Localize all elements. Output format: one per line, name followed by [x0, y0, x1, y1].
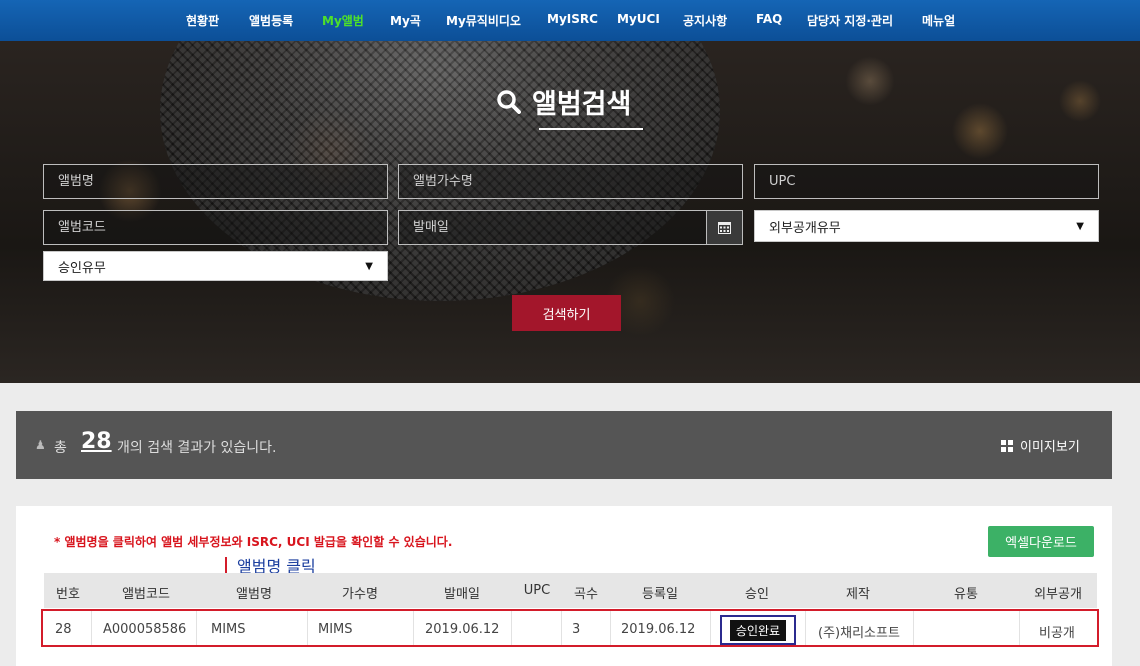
image-view-label: 이미지보기 [1020, 440, 1080, 455]
cell-release-date: 2019.06.12 [425, 622, 500, 637]
public-status-value: 외부공개유무 [769, 220, 841, 236]
nav-item-my-isrc[interactable]: MyISRC [547, 12, 598, 26]
col-header-public: 외부공개 [1034, 587, 1082, 602]
nav-item-dashboard[interactable]: 현황판 [186, 12, 219, 29]
cell-producer: (주)채리소프트 [818, 626, 900, 641]
nav-item-faq[interactable]: FAQ [756, 12, 782, 26]
grid-icon [1001, 439, 1013, 452]
result-summary-bar: ♟ 총 28 개의 검색 결과가 있습니다. 이미지보기 [16, 411, 1112, 479]
search-icon [497, 89, 521, 114]
col-header-number: 번호 [56, 587, 80, 602]
dropdown-arrow-icon: ▼ [1076, 220, 1084, 232]
cell-artist: MIMS [318, 622, 353, 637]
nav-item-manager[interactable]: 담당자 지정·관리 [807, 12, 893, 29]
upc-field[interactable] [754, 164, 1099, 199]
dropdown-arrow-icon: ▼ [365, 260, 373, 272]
title-underline [539, 128, 643, 130]
row-divider [610, 611, 611, 645]
calendar-icon [718, 222, 731, 234]
top-nav: 현황판 앨범등록 My앨범 My곡 My뮤직비디오 MyISRC MyUCI 공… [0, 0, 1140, 41]
table-row[interactable] [41, 609, 1099, 647]
row-divider [511, 611, 512, 645]
album-name-input[interactable] [58, 174, 373, 189]
row-divider [1019, 611, 1020, 645]
row-divider [307, 611, 308, 645]
album-code-field[interactable] [43, 210, 388, 245]
row-divider [413, 611, 414, 645]
col-header-artist: 가수명 [342, 587, 378, 602]
cell-number: 28 [55, 622, 72, 637]
cell-public: 비공개 [1039, 626, 1075, 641]
row-divider [710, 611, 711, 645]
row-divider [91, 611, 92, 645]
col-header-upc: UPC [523, 583, 551, 598]
notice-text: * 앨범명을 클릭하여 앨범 세부정보와 ISRC, UCI 발급을 확인할 수… [54, 535, 453, 549]
cell-track-count: 3 [572, 622, 581, 637]
artist-name-input[interactable] [413, 174, 728, 189]
col-header-album-name: 앨범명 [236, 587, 272, 602]
search-button[interactable]: 검색하기 [512, 295, 621, 331]
nav-item-notice[interactable]: 공지사항 [683, 12, 727, 29]
cell-registered-date: 2019.06.12 [621, 622, 696, 637]
col-header-distribution: 유통 [954, 587, 978, 602]
approval-highlight-box: 승인완료 [720, 615, 796, 645]
col-header-track-count: 곡수 [574, 587, 598, 602]
album-code-input[interactable] [58, 220, 373, 235]
row-divider [805, 611, 806, 645]
image-view-button[interactable]: 이미지보기 [1001, 436, 1080, 455]
public-status-select[interactable]: 외부공개유무 ▼ [754, 210, 1099, 242]
nav-item-my-uci[interactable]: MyUCI [617, 12, 660, 26]
col-header-registered: 등록일 [642, 587, 678, 602]
col-header-release-date: 발매일 [444, 587, 480, 602]
release-date-input[interactable] [413, 220, 692, 235]
col-header-album-code: 앨범코드 [122, 587, 170, 602]
calendar-button[interactable] [706, 210, 743, 245]
nav-item-album-register[interactable]: 앨범등록 [249, 12, 293, 29]
result-prefix: 총 [54, 440, 67, 456]
nav-item-my-album[interactable]: My앨범 [322, 12, 364, 29]
approval-badge: 승인완료 [729, 619, 787, 641]
search-title-text: 앨범검색 [532, 89, 632, 120]
search-title: 앨범검색 [496, 82, 631, 121]
approval-status-select[interactable]: 승인유무 ▼ [43, 251, 388, 281]
cell-album-code: A000058586 [103, 622, 187, 637]
approval-status-value: 승인유무 [58, 260, 106, 276]
album-name-field[interactable] [43, 164, 388, 199]
release-date-field[interactable] [398, 210, 707, 245]
upc-input[interactable] [769, 174, 1084, 189]
col-header-approval: 승인 [745, 587, 769, 602]
row-divider [196, 611, 197, 645]
table-header [44, 573, 1097, 608]
artist-name-field[interactable] [398, 164, 743, 199]
album-name-link[interactable]: MIMS [211, 622, 246, 637]
row-divider [561, 611, 562, 645]
user-icon: ♟ [35, 438, 46, 452]
nav-item-my-music-video[interactable]: My뮤직비디오 [446, 12, 521, 29]
excel-download-button[interactable]: 엑셀다운로드 [988, 526, 1094, 557]
result-count: 28 [81, 429, 112, 454]
nav-item-manual[interactable]: 메뉴얼 [922, 12, 955, 29]
nav-item-my-song[interactable]: My곡 [390, 12, 421, 29]
row-divider [913, 611, 914, 645]
col-header-producer: 제작 [846, 587, 870, 602]
result-suffix: 개의 검색 결과가 있습니다. [117, 440, 277, 456]
